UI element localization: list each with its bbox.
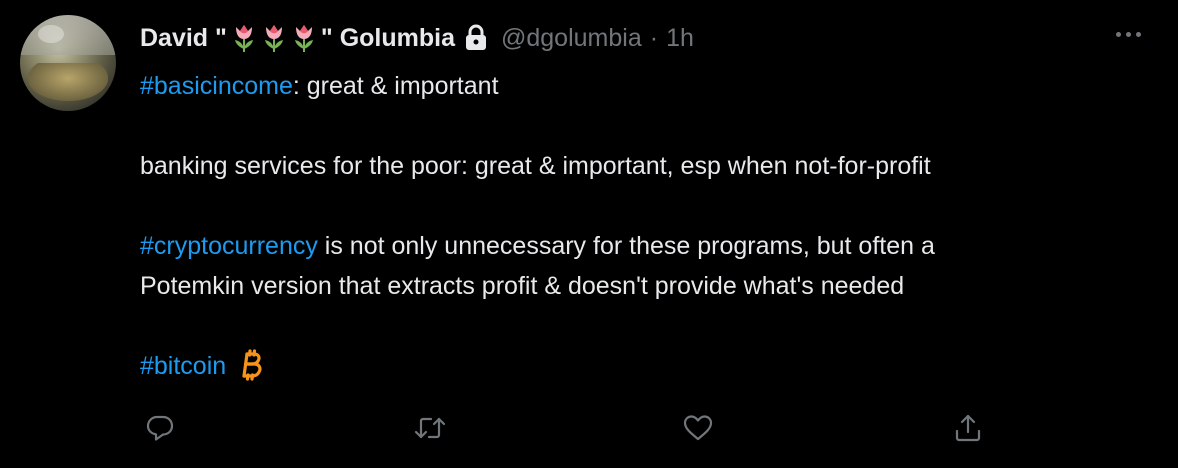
more-dot <box>1136 31 1141 37</box>
dot-separator: · <box>649 23 659 52</box>
more-dot <box>1126 31 1131 37</box>
tweet-body: #basicincome: great & important banking … <box>140 66 1150 386</box>
body-line-1: #basicincome: great & important <box>140 66 1150 106</box>
retweet-icon[interactable] <box>410 408 450 448</box>
author-name-prefix: David " <box>140 23 227 52</box>
more-dot <box>1116 31 1121 37</box>
author-handle[interactable]: @dgolumbia <box>501 24 642 53</box>
retweet-icon-glyph <box>414 417 446 439</box>
body-text: : great & important <box>292 72 499 100</box>
tulip-icon <box>294 25 313 52</box>
lock-icon <box>465 24 486 50</box>
body-text: is not only unnecessary for these progra… <box>317 232 935 260</box>
tweet-actions <box>140 408 1000 448</box>
tulip-icon <box>264 25 283 52</box>
tulip-emojis <box>231 23 317 53</box>
tulip-icon <box>234 25 253 52</box>
share-icon[interactable] <box>948 408 988 448</box>
body-line-4: Potemkin version that extracts profit & … <box>140 272 905 300</box>
avatar-glare <box>38 25 64 43</box>
hashtag-cryptocurrency[interactable]: #cryptocurrency <box>140 232 318 260</box>
body-line-3: #cryptocurrency is not only unnecessary … <box>140 226 1150 266</box>
author-name-suffix: " Golumbia <box>320 23 455 52</box>
bitcoin-icon <box>242 349 262 381</box>
avatar[interactable] <box>20 15 116 111</box>
tweet-header: David " " Golumbia @dgolumbia · 1h <box>140 20 694 56</box>
share-icon-glyph <box>955 414 981 442</box>
like-icon-glyph <box>683 415 713 441</box>
hashtag-bitcoin[interactable]: #bitcoin <box>140 352 226 380</box>
author-name[interactable]: David " " Golumbia <box>140 23 455 53</box>
hashtag-basicincome[interactable]: #basicincome <box>140 72 293 100</box>
more-icon[interactable] <box>1116 24 1150 44</box>
body-line-2: banking services for the poor: great & i… <box>140 152 931 180</box>
reply-icon[interactable] <box>140 408 180 448</box>
avatar-sky <box>20 15 116 55</box>
reply-icon-glyph <box>146 415 174 441</box>
avatar-field <box>28 63 108 101</box>
like-icon[interactable] <box>678 408 718 448</box>
tweet[interactable]: David " " Golumbia @dgolumbia · 1h #basi… <box>0 0 1178 468</box>
body-line-5: #bitcoin <box>140 346 1150 386</box>
tweet-time[interactable]: 1h <box>666 24 694 53</box>
